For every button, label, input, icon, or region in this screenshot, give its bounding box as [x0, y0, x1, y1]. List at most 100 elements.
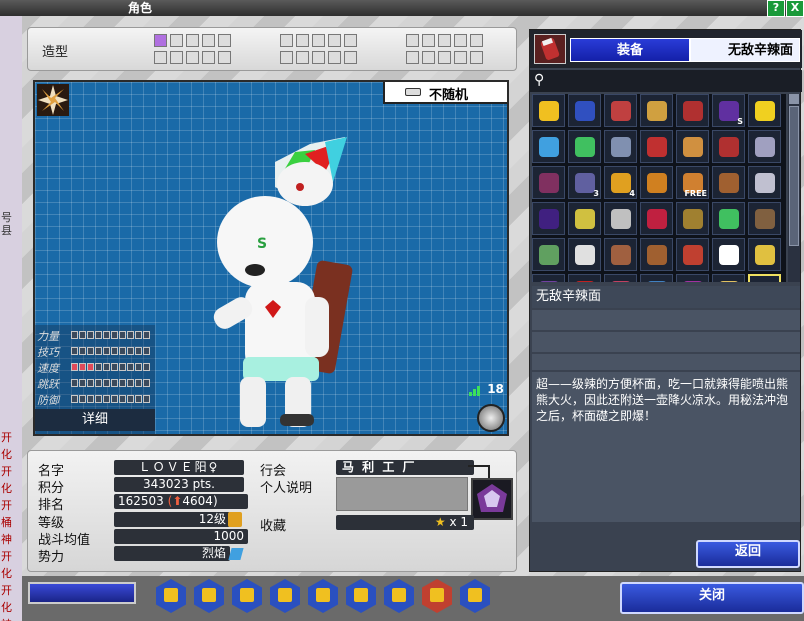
style-slot[interactable]: [218, 51, 231, 64]
item-slot[interactable]: [532, 130, 565, 163]
item-slot[interactable]: FREE: [676, 166, 709, 199]
scroll-thumb[interactable]: [789, 106, 799, 246]
item-slot[interactable]: [748, 130, 781, 163]
style-slot[interactable]: [296, 51, 309, 64]
item-slot[interactable]: [748, 94, 781, 127]
item-slot[interactable]: [676, 202, 709, 235]
item-slot[interactable]: [568, 202, 601, 235]
card-icon[interactable]: [460, 579, 490, 613]
item-slot[interactable]: [532, 238, 565, 271]
style-slot[interactable]: [470, 34, 483, 47]
item-slot[interactable]: [640, 274, 673, 282]
style-slot[interactable]: [186, 34, 199, 47]
item-slot[interactable]: [604, 238, 637, 271]
style-slot[interactable]: [454, 51, 467, 64]
item-slot[interactable]: [532, 202, 565, 235]
style-slot[interactable]: [344, 51, 357, 64]
guild-value: 马 利 工 厂: [336, 460, 474, 475]
item-slot[interactable]: [604, 274, 637, 282]
style-slot[interactable]: [280, 34, 293, 47]
style-slot[interactable]: [280, 51, 293, 64]
shield-icon[interactable]: [270, 579, 300, 613]
item-slot[interactable]: 4: [604, 166, 637, 199]
item-slot[interactable]: [712, 274, 745, 282]
item-slot[interactable]: S: [712, 94, 745, 127]
item-icon: [539, 209, 559, 229]
stat-pip: [95, 395, 102, 403]
close-window-button[interactable]: X: [786, 0, 804, 17]
style-slot[interactable]: [170, 51, 183, 64]
help-button[interactable]: ?: [767, 0, 785, 17]
search-input[interactable]: [554, 72, 794, 90]
item-slot[interactable]: [712, 238, 745, 271]
item-slot[interactable]: [748, 166, 781, 199]
item-slot[interactable]: [712, 130, 745, 163]
item-slot[interactable]: [676, 94, 709, 127]
item-slot[interactable]: [640, 166, 673, 199]
chat-bubble-icon[interactable]: [194, 579, 224, 613]
style-slot[interactable]: [202, 34, 215, 47]
close-button[interactable]: 关闭: [620, 582, 804, 614]
item-slot[interactable]: [568, 274, 601, 282]
style-slot[interactable]: [170, 34, 183, 47]
item-slot[interactable]: [604, 130, 637, 163]
style-slot[interactable]: [154, 34, 167, 47]
item-slot[interactable]: [532, 274, 565, 282]
style-slot[interactable]: [154, 51, 167, 64]
style-slot[interactable]: [406, 34, 419, 47]
item-slot[interactable]: [568, 130, 601, 163]
chart-icon[interactable]: [422, 579, 452, 613]
item-slot[interactable]: [712, 166, 745, 199]
scroll-up-icon[interactable]: [789, 94, 799, 104]
equipment-tab[interactable]: 装备: [570, 38, 690, 62]
style-slot[interactable]: [438, 34, 451, 47]
star-icon[interactable]: [308, 579, 338, 613]
style-slot[interactable]: [218, 34, 231, 47]
rotate-view-icon[interactable]: [477, 404, 505, 432]
item-slot[interactable]: [568, 238, 601, 271]
item-slot[interactable]: [676, 238, 709, 271]
back-button[interactable]: 返回: [696, 540, 800, 568]
style-slot[interactable]: [202, 51, 215, 64]
style-slot[interactable]: [312, 51, 325, 64]
item-slot[interactable]: [568, 94, 601, 127]
item-slot[interactable]: [640, 238, 673, 271]
random-toggle-button[interactable]: 不随机: [383, 82, 507, 104]
item-slot[interactable]: [604, 94, 637, 127]
item-slot[interactable]: [748, 274, 781, 282]
item-slot[interactable]: [676, 274, 709, 282]
item-slot[interactable]: [640, 130, 673, 163]
style-slot[interactable]: [312, 34, 325, 47]
cube-icon[interactable]: [156, 579, 186, 613]
style-slot[interactable]: [296, 34, 309, 47]
item-slot[interactable]: [748, 202, 781, 235]
style-slot[interactable]: [438, 51, 451, 64]
style-slot[interactable]: [470, 51, 483, 64]
style-slot[interactable]: [328, 34, 341, 47]
item-slot[interactable]: 3: [568, 166, 601, 199]
chat-input-bar[interactable]: [28, 582, 136, 604]
item-slot[interactable]: [640, 94, 673, 127]
equipment-category-icon[interactable]: [534, 34, 566, 64]
style-slot[interactable]: [344, 34, 357, 47]
style-slot[interactable]: [422, 34, 435, 47]
box-icon[interactable]: [232, 579, 262, 613]
item-slot[interactable]: [640, 202, 673, 235]
bell-icon[interactable]: [384, 579, 414, 613]
style-slot[interactable]: [328, 51, 341, 64]
style-slot[interactable]: [186, 51, 199, 64]
style-slot[interactable]: [422, 51, 435, 64]
item-slot[interactable]: [748, 238, 781, 271]
item-slot[interactable]: [712, 202, 745, 235]
item-slot[interactable]: [532, 94, 565, 127]
item-slot[interactable]: [532, 166, 565, 199]
search-icon: ⚲: [534, 72, 545, 88]
item-icon: [719, 137, 739, 157]
detail-button[interactable]: 详细: [35, 409, 155, 431]
item-slot[interactable]: [676, 130, 709, 163]
item-slot[interactable]: [604, 202, 637, 235]
style-slot[interactable]: [454, 34, 467, 47]
style-slot[interactable]: [406, 51, 419, 64]
item-grid-scrollbar[interactable]: [788, 94, 800, 282]
folder-icon[interactable]: [346, 579, 376, 613]
